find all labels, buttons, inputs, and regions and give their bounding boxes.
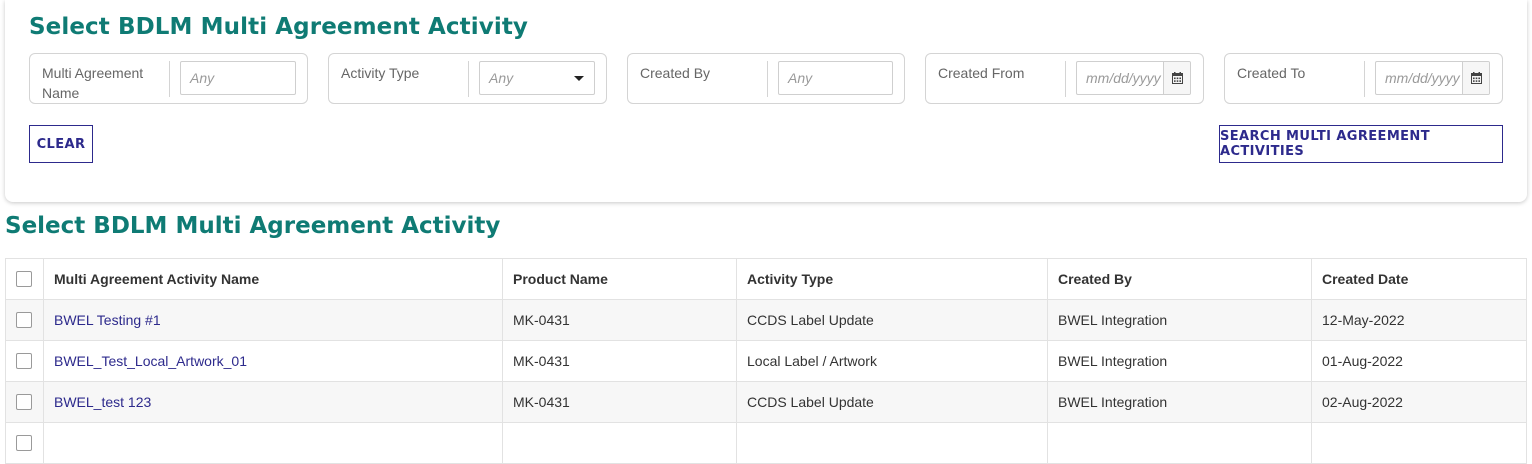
results-table: Multi Agreement Activity Name Product Na… (5, 258, 1527, 464)
activity-type-selected: Any (489, 70, 514, 86)
clear-button[interactable]: CLEAR (29, 125, 93, 163)
created-by-input[interactable]: Any (778, 61, 893, 95)
cell-created-by: BWEL Integration (1048, 382, 1312, 422)
cell-created-date: 02-Aug-2022 (1322, 394, 1403, 410)
column-header-product[interactable]: Product Name (503, 259, 737, 299)
calendar-icon (1471, 72, 1482, 84)
cell-product: MK-0431 (503, 341, 737, 381)
created-from-date-input[interactable]: mm/dd/yyyy (1076, 61, 1191, 95)
table-row: BWEL_test 123 MK-0431 CCDS Label Update … (6, 382, 1526, 423)
filter-created-by: Created By Any (627, 53, 905, 104)
row-checkbox-cell (6, 423, 44, 463)
table-row: BWEL Testing #1 MK-0431 CCDS Label Updat… (6, 300, 1526, 341)
filter-multi-agreement-name: Multi Agreement Name Any (29, 53, 308, 104)
created-from-placeholder: mm/dd/yyyy (1086, 70, 1161, 86)
created-to-placeholder: mm/dd/yyyy (1385, 70, 1460, 86)
activity-link[interactable]: BWEL_test 123 (54, 394, 151, 410)
cell-activity-type (737, 423, 1048, 463)
filter-label-activity-type: Activity Type (341, 65, 420, 81)
select-all-checkbox[interactable] (16, 271, 32, 287)
row-checkbox[interactable] (16, 312, 32, 328)
cell-created-date (1312, 423, 1526, 463)
row-checkbox[interactable] (16, 435, 32, 451)
filter-activity-type: Activity Type Any (328, 53, 607, 104)
column-header-created-by[interactable]: Created By (1048, 259, 1312, 299)
filter-created-from: Created From mm/dd/yyyy (925, 53, 1204, 104)
filter-created-to: Created To mm/dd/yyyy (1224, 53, 1503, 104)
filter-divider (767, 61, 768, 97)
cell-name (44, 423, 503, 463)
row-checkbox[interactable] (16, 394, 32, 410)
filter-divider (169, 61, 170, 97)
cell-created-by: BWEL Integration (1048, 300, 1312, 340)
filter-label-created-from: Created From (938, 65, 1025, 81)
search-panel: Select BDLM Multi Agreement Activity Mul… (5, 0, 1527, 202)
cell-activity-type: CCDS Label Update (737, 300, 1048, 340)
row-checkbox-cell (6, 341, 44, 381)
filter-label-created-by: Created By (640, 65, 711, 81)
cell-activity-type: Local Label / Artwork (737, 341, 1048, 381)
header-checkbox-cell (6, 259, 44, 299)
calendar-button[interactable] (1462, 62, 1489, 94)
column-header-name[interactable]: Multi Agreement Activity Name (44, 259, 503, 299)
filter-divider (1364, 61, 1365, 97)
filter-divider (468, 61, 469, 97)
activity-link[interactable]: BWEL_Test_Local_Artwork_01 (54, 353, 247, 369)
cell-created-date: 01-Aug-2022 (1322, 353, 1403, 369)
search-panel-title: Select BDLM Multi Agreement Activity (29, 14, 529, 40)
filter-label-created-to: Created To (1237, 65, 1306, 81)
row-checkbox-cell (6, 300, 44, 340)
row-checkbox-cell (6, 382, 44, 422)
calendar-icon (1172, 72, 1183, 84)
cell-created-by (1048, 423, 1312, 463)
column-header-created-date[interactable]: Created Date (1312, 259, 1526, 299)
cell-product: MK-0431 (503, 382, 737, 422)
table-row-partial (6, 423, 1526, 464)
column-header-activity-type[interactable]: Activity Type (737, 259, 1048, 299)
cell-created-date: 12-May-2022 (1322, 312, 1405, 328)
cell-name: BWEL Testing #1 (44, 300, 503, 340)
results-title: Select BDLM Multi Agreement Activity (5, 213, 501, 239)
row-checkbox[interactable] (16, 353, 32, 369)
cell-product: MK-0431 (503, 300, 737, 340)
cell-activity-type: CCDS Label Update (737, 382, 1048, 422)
cell-created-by: BWEL Integration (1048, 341, 1312, 381)
table-header-row: Multi Agreement Activity Name Product Na… (6, 259, 1526, 300)
cell-name: BWEL_test 123 (44, 382, 503, 422)
table-row: BWEL_Test_Local_Artwork_01 MK-0431 Local… (6, 341, 1526, 382)
filter-divider (1065, 61, 1066, 97)
cell-name: BWEL_Test_Local_Artwork_01 (44, 341, 503, 381)
activity-type-select[interactable]: Any (479, 61, 595, 95)
caret-down-icon (574, 76, 584, 81)
activity-link[interactable]: BWEL Testing #1 (54, 312, 161, 328)
created-to-date-input[interactable]: mm/dd/yyyy (1375, 61, 1490, 95)
cell-product (503, 423, 737, 463)
calendar-button[interactable] (1163, 62, 1190, 94)
multi-agreement-name-input[interactable]: Any (180, 61, 296, 95)
search-multi-agreement-activities-button[interactable]: SEARCH MULTI AGREEMENT ACTIVITIES (1219, 125, 1503, 163)
filter-label-name: Multi Agreement Name (42, 65, 144, 101)
